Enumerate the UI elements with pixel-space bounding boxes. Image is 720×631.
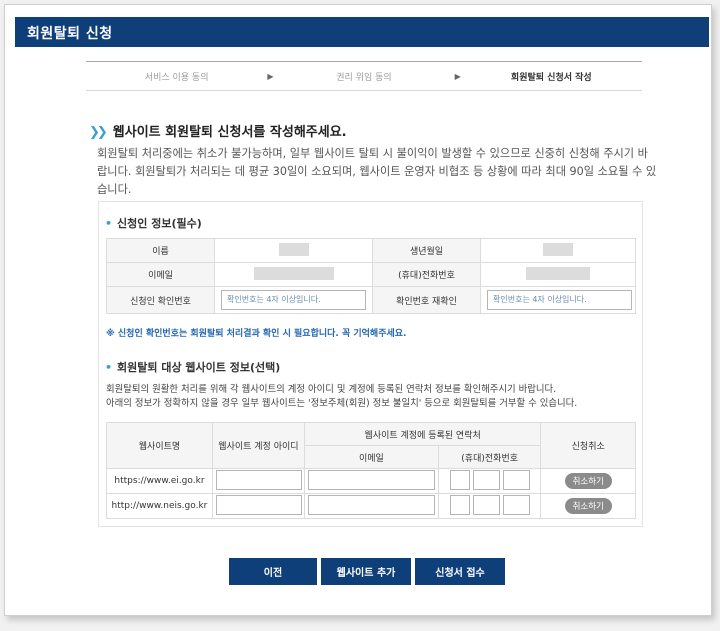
phone-value xyxy=(480,262,636,287)
email-input[interactable] xyxy=(307,494,435,515)
phone-part3-input[interactable] xyxy=(502,469,530,490)
double-chevron-icon: ❯❯ xyxy=(89,125,108,140)
confirm-no-input[interactable]: 확인번호는 4자 이상입니다. xyxy=(221,290,366,310)
step-rights-delegate: 권리 위임 동의 xyxy=(336,72,392,83)
account-id-input[interactable] xyxy=(215,494,302,515)
site-name: http://www.neis.go.kr xyxy=(106,493,213,519)
cancel-button[interactable]: 취소하기 xyxy=(564,498,612,514)
name-label: 이름 xyxy=(106,238,215,263)
confirm-no-again-label: 확인번호 재확인 xyxy=(372,286,481,314)
birth-value xyxy=(480,238,636,263)
email-label: 이메일 xyxy=(106,262,215,287)
submit-button[interactable]: 신청서 접수 xyxy=(415,558,505,585)
phone-part1-input[interactable] xyxy=(449,469,470,490)
contact-header: 웹사이트 계정에 등록된 연락처 xyxy=(303,422,542,446)
bullet-icon: • xyxy=(105,361,113,374)
email-input[interactable] xyxy=(307,469,435,490)
site-header: 웹사이트명 xyxy=(106,422,213,469)
window-title: 회원탈퇴 신청 xyxy=(15,17,709,47)
websites-description: 회원탈퇴의 원활한 처리를 위해 각 웹사이트의 계정 아이디 및 계정에 등록… xyxy=(106,384,578,409)
websites-section-title: • 회원탈퇴 대상 웹사이트 정보(선택) xyxy=(105,361,281,374)
websites-table: 웹사이트명 웹사이트 계정 아이디 웹사이트 계정에 등록된 연락처 신청취소 … xyxy=(106,422,636,519)
applicant-section-title: • 신청인 정보(필수) xyxy=(105,217,202,230)
step-write-form: 회원탈퇴 신청서 작성 xyxy=(510,72,592,83)
site-name: https://www.ei.go.kr xyxy=(106,468,213,494)
name-value xyxy=(214,238,373,263)
step-progress: 서비스 이용 동의 ▶ 권리 위임 동의 ▶ 회원탈퇴 신청서 작성 xyxy=(86,61,642,91)
phone-part2-input[interactable] xyxy=(472,494,500,515)
page-heading: ❯❯ 웹사이트 회원탈퇴 신청서를 작성해주세요. xyxy=(89,121,347,140)
cancel-button[interactable]: 취소하기 xyxy=(564,473,612,489)
confirm-no-again-input[interactable]: 확인번호는 4자 이상입니다. xyxy=(487,290,632,310)
phone-header: (휴대)전화번호 xyxy=(437,445,542,469)
confirm-no-note: ※ 신청인 확인번호는 회원탈퇴 처리결과 확인 시 필요합니다. 꼭 기억해주… xyxy=(106,329,407,339)
phone-part1-input[interactable] xyxy=(449,494,470,515)
birth-label: 생년월일 xyxy=(372,238,481,263)
withdrawal-window: 회원탈퇴 신청 서비스 이용 동의 ▶ 권리 위임 동의 ▶ 회원탈퇴 신청서 … xyxy=(4,4,712,616)
confirm-no-label: 신청인 확인번호 xyxy=(106,286,215,314)
email-value xyxy=(214,262,373,287)
form-panel: • 신청인 정보(필수) 이름 생년월일 이메일 (휴대)전화번호 신청인 확인번… xyxy=(98,201,643,527)
step-service-agree: 서비스 이용 동의 xyxy=(144,72,209,83)
phone-part2-input[interactable] xyxy=(472,469,500,490)
table-row: https://www.ei.go.kr 취소하기 xyxy=(106,468,636,494)
intro-description: 회원탈퇴 처리중에는 취소가 불가능하며, 일부 웹사이트 탈퇴 시 불이익이 … xyxy=(97,147,657,196)
cancel-header: 신청취소 xyxy=(540,422,636,469)
phone-label: (휴대)전화번호 xyxy=(372,262,481,287)
account-id-header: 웹사이트 계정 아이디 xyxy=(211,422,305,469)
table-row: http://www.neis.go.kr 취소하기 xyxy=(106,493,636,519)
add-site-button[interactable]: 웹사이트 추가 xyxy=(321,558,411,585)
prev-button[interactable]: 이전 xyxy=(229,558,317,585)
phone-part3-input[interactable] xyxy=(502,494,530,515)
applicant-table: 이름 생년월일 이메일 (휴대)전화번호 신청인 확인번호 확인번호는 4자 이… xyxy=(106,238,636,314)
action-buttons: 이전 웹사이트 추가 신청서 접수 xyxy=(229,558,505,585)
account-id-input[interactable] xyxy=(215,469,302,490)
email-header: 이메일 xyxy=(303,445,439,469)
heading-text: 웹사이트 회원탈퇴 신청서를 작성해주세요. xyxy=(112,125,347,140)
bullet-icon: • xyxy=(105,217,113,230)
